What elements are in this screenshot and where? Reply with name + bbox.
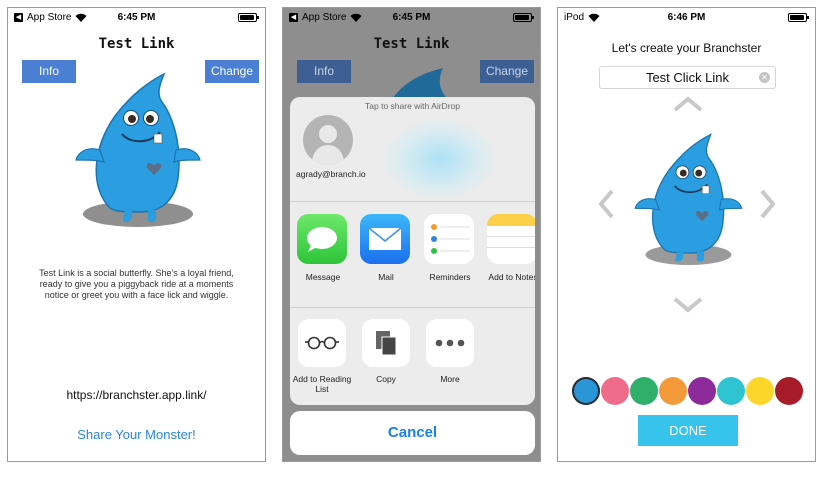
airdrop-hint: Tap to share with AirDrop [365, 101, 460, 111]
reminders-icon [424, 214, 474, 264]
page-title: Test Link [98, 36, 175, 52]
status-time: 6:45 PM [117, 12, 156, 23]
done-button[interactable]: DONE [638, 415, 738, 446]
phone-screen-create: iPod 6:46 PM Let's create your Branchste… [557, 7, 816, 462]
info-button: Info [297, 60, 351, 83]
status-time: 6:45 PM [392, 12, 431, 23]
clear-icon[interactable]: ✕ [759, 72, 770, 83]
info-button[interactable]: Info [22, 60, 76, 83]
glasses-icon [298, 319, 346, 367]
share-app-notes[interactable]: Add to Notes [487, 214, 535, 282]
monster-name-value: Test Click Link [645, 70, 730, 85]
share-app-mail[interactable]: Mail [360, 214, 412, 282]
divider [290, 201, 535, 202]
phone-screen-detail: ◀ App Store 6:45 PM Test Link Info Chang… [7, 7, 266, 462]
more-icon [426, 319, 474, 367]
person-icon [311, 125, 345, 165]
color-swatch[interactable] [572, 377, 600, 405]
status-bar: ◀ App Store 6:45 PM [283, 8, 540, 28]
color-swatch[interactable] [775, 377, 803, 405]
message-icon [297, 214, 347, 264]
mail-icon [360, 214, 410, 264]
status-bar: iPod 6:46 PM [558, 8, 815, 28]
change-button: Change [480, 60, 534, 83]
share-monster-button[interactable]: Share Your Monster! [8, 427, 265, 442]
color-swatch[interactable] [659, 377, 687, 405]
share-sheet: Tap to share with AirDrop agrady@branch.… [290, 97, 535, 405]
share-app-label: Add to Notes [488, 272, 535, 282]
share-url: https://branchster.app.link/ [66, 388, 207, 402]
page-title: Test Link [373, 36, 450, 52]
airdrop-glow [385, 119, 495, 199]
phone-screen-share-sheet: ◀ App Store 6:45 PM Test Link Info Chang… [282, 7, 541, 462]
color-swatch[interactable] [601, 377, 629, 405]
color-swatch[interactable] [746, 377, 774, 405]
chevron-up-icon[interactable] [672, 96, 704, 112]
monster-name-input[interactable]: Test Click Link ✕ [599, 66, 776, 89]
action-copy[interactable]: Copy [356, 319, 416, 384]
color-swatches [572, 377, 804, 405]
share-app-label: Reminders [429, 272, 471, 282]
color-swatch[interactable] [630, 377, 658, 405]
chevron-right-icon[interactable] [760, 188, 776, 220]
notes-icon [487, 214, 535, 264]
share-app-message[interactable]: Message [297, 214, 349, 282]
share-app-reminders[interactable]: Reminders [424, 214, 476, 282]
action-label: Copy [376, 374, 396, 384]
status-bar: ◀ App Store 6:45 PM [8, 8, 265, 28]
share-app-label: Message [305, 272, 341, 282]
cancel-button[interactable]: Cancel [290, 411, 535, 455]
share-app-label: Mail [378, 272, 394, 282]
action-more[interactable]: More [420, 319, 480, 384]
status-time: 6:46 PM [667, 12, 706, 23]
contact-name[interactable]: agrady@branch.io [296, 169, 366, 179]
create-prompt: Let's create your Branchster [611, 41, 762, 55]
divider [290, 307, 535, 308]
change-button[interactable]: Change [205, 60, 259, 83]
chevron-left-icon[interactable] [598, 188, 614, 220]
contact-avatar[interactable] [303, 115, 353, 165]
battery-icon [238, 13, 259, 22]
monster-description: Test Link is a social butterfly. She's a… [39, 268, 234, 300]
copy-icon [362, 319, 410, 367]
battery-icon [788, 13, 809, 22]
monster-image [634, 133, 743, 266]
action-label: Add to Reading List [292, 374, 352, 394]
action-label: More [440, 374, 460, 384]
battery-icon [513, 13, 534, 22]
color-swatch[interactable] [688, 377, 716, 405]
chevron-down-icon[interactable] [672, 297, 704, 313]
action-reading-list[interactable]: Add to Reading List [292, 319, 352, 394]
color-swatch[interactable] [717, 377, 745, 405]
monster-image [75, 72, 201, 227]
